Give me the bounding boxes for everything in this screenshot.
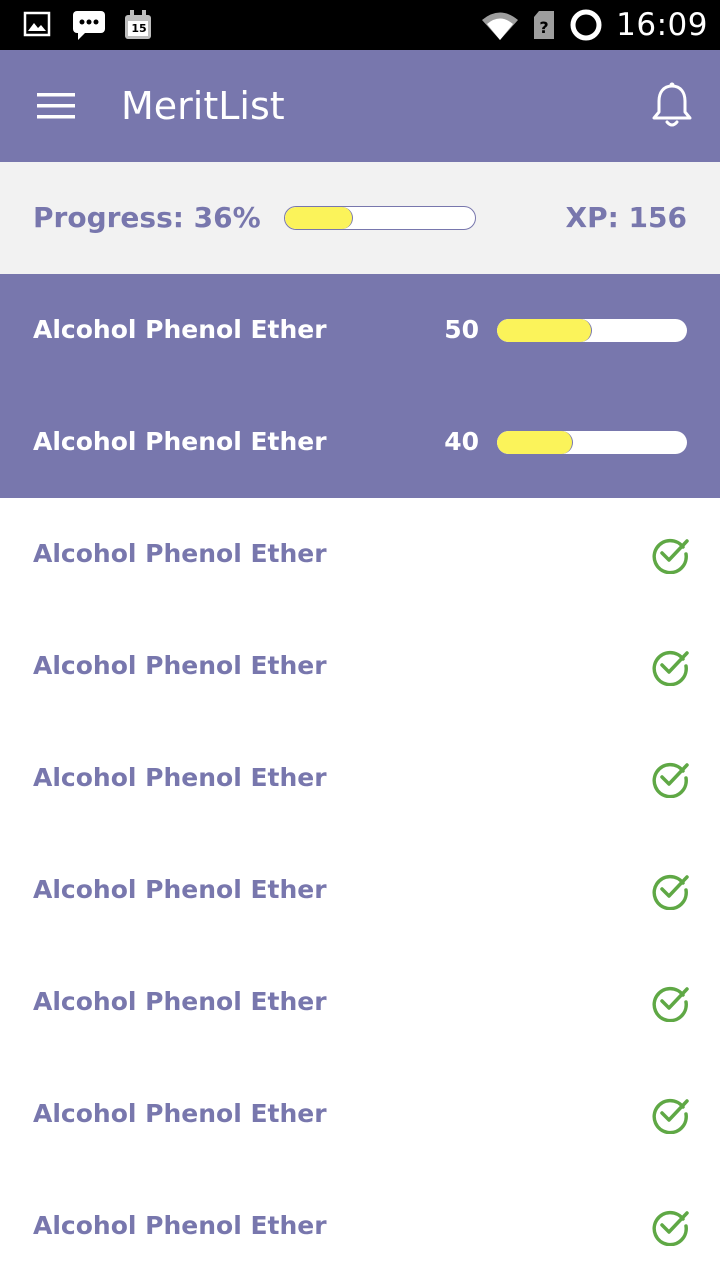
status-system: ? 16:09 bbox=[480, 7, 708, 43]
topic-name: Alcohol Phenol Ether bbox=[33, 539, 327, 568]
topic-score: 50 bbox=[444, 315, 479, 344]
wifi-icon bbox=[480, 9, 520, 41]
completed-topic-row[interactable]: Alcohol Phenol Ether bbox=[0, 834, 720, 946]
topic-name: Alcohol Phenol Ether bbox=[33, 651, 327, 680]
overall-progress-bar bbox=[284, 206, 476, 230]
topic-progress-bar bbox=[497, 319, 687, 342]
topic-score: 40 bbox=[444, 427, 479, 456]
check-circle-icon bbox=[650, 982, 690, 1023]
topic-name: Alcohol Phenol Ether bbox=[33, 427, 327, 456]
overall-progress-fill bbox=[285, 207, 354, 229]
check-circle-icon bbox=[650, 1206, 690, 1247]
status-time: 16:09 bbox=[616, 7, 708, 43]
topic-name: Alcohol Phenol Ether bbox=[33, 763, 327, 792]
completed-topic-row[interactable]: Alcohol Phenol Ether bbox=[0, 1058, 720, 1170]
topic-name: Alcohol Phenol Ether bbox=[33, 1211, 327, 1240]
check-circle-icon bbox=[650, 534, 690, 575]
xp-label: XP: 156 bbox=[565, 201, 687, 234]
active-topic-row[interactable]: Alcohol Phenol Ether 40 bbox=[0, 386, 720, 498]
topic-name: Alcohol Phenol Ether bbox=[33, 875, 327, 904]
progress-header: Progress: 36% XP: 156 bbox=[0, 162, 720, 274]
completed-topic-list: Alcohol Phenol Ether Alcohol Phenol Ethe… bbox=[0, 498, 720, 1280]
check-circle-icon bbox=[650, 646, 690, 687]
active-topic-row[interactable]: Alcohol Phenol Ether 50 bbox=[0, 274, 720, 386]
completed-topic-row[interactable]: Alcohol Phenol Ether bbox=[0, 610, 720, 722]
hamburger-menu-icon[interactable] bbox=[30, 84, 82, 128]
check-circle-icon bbox=[650, 758, 690, 799]
topic-progress-fill bbox=[497, 431, 573, 454]
svg-text:?: ? bbox=[540, 18, 549, 37]
chat-icon bbox=[72, 9, 105, 41]
image-icon bbox=[22, 9, 54, 41]
app-bar: MeritList bbox=[0, 50, 720, 162]
calendar-icon: 15 bbox=[122, 9, 154, 41]
topic-progress-bar bbox=[497, 431, 687, 454]
topic-progress-fill bbox=[497, 319, 592, 342]
check-circle-icon bbox=[650, 1094, 690, 1135]
sync-icon bbox=[568, 7, 604, 43]
status-notifications: 15 bbox=[22, 9, 154, 41]
active-topic-list: Alcohol Phenol Ether 50 Alcohol Phenol E… bbox=[0, 274, 720, 498]
check-circle-icon bbox=[650, 870, 690, 911]
progress-label: Progress: 36% bbox=[33, 201, 261, 234]
bell-icon[interactable] bbox=[648, 80, 696, 132]
no-sim-icon: ? bbox=[532, 9, 556, 41]
topic-name: Alcohol Phenol Ether bbox=[33, 315, 327, 344]
calendar-day-text: 15 bbox=[131, 22, 147, 35]
status-bar: 15 ? 16:09 bbox=[0, 0, 720, 50]
completed-topic-row[interactable]: Alcohol Phenol Ether bbox=[0, 722, 720, 834]
topic-name: Alcohol Phenol Ether bbox=[33, 987, 327, 1016]
completed-topic-row[interactable]: Alcohol Phenol Ether bbox=[0, 946, 720, 1058]
page-title: MeritList bbox=[121, 84, 285, 128]
completed-topic-row[interactable]: Alcohol Phenol Ether bbox=[0, 498, 720, 610]
completed-topic-row[interactable]: Alcohol Phenol Ether bbox=[0, 1170, 720, 1280]
topic-name: Alcohol Phenol Ether bbox=[33, 1099, 327, 1128]
